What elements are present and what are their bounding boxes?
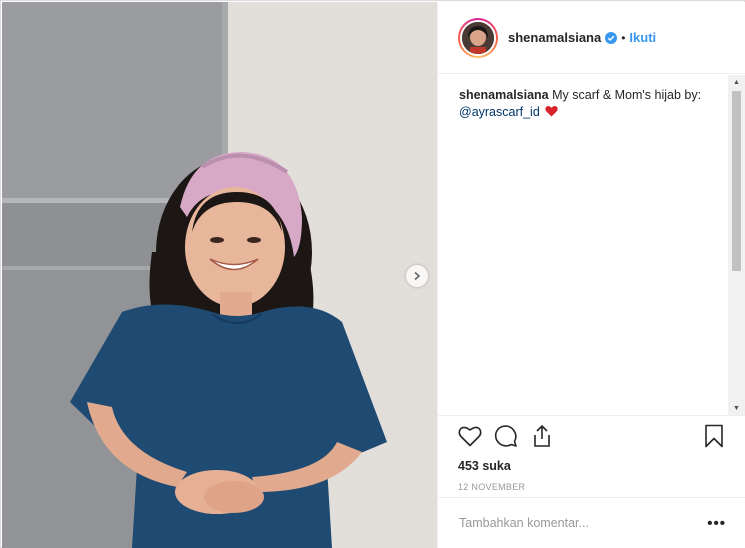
comment-button[interactable]: [494, 424, 518, 448]
scroll-up-arrow-icon[interactable]: ▲: [728, 75, 745, 89]
comment-input[interactable]: [459, 516, 708, 530]
caption: shenamalsiana My scarf & Mom's hijab by:…: [459, 87, 714, 121]
caption-text: My scarf & Mom's hijab by:: [552, 88, 702, 102]
likes-count[interactable]: 453 suka: [458, 459, 726, 473]
comments-area: shenamalsiana My scarf & Mom's hijab by:…: [438, 75, 734, 415]
heart-icon: [545, 105, 558, 117]
header-username[interactable]: shenamalsiana: [508, 30, 601, 45]
add-comment-section: •••: [438, 497, 745, 548]
action-icons-row: [458, 416, 726, 456]
avatar[interactable]: [458, 17, 498, 58]
more-options-button[interactable]: •••: [707, 515, 726, 532]
verified-badge-icon: [605, 31, 618, 44]
next-photo-button[interactable]: [406, 265, 428, 287]
post-photo-image: [2, 2, 437, 548]
avatar-image: [460, 19, 496, 56]
header-separator: •: [621, 30, 626, 45]
chevron-right-icon: [414, 271, 421, 281]
comment-icon: [494, 425, 517, 447]
caption-mention[interactable]: @ayrascarf_id: [459, 105, 540, 119]
post-actions: 453 suka 12 NOVEMBER: [438, 415, 745, 492]
bookmark-icon: [705, 424, 723, 448]
follow-button[interactable]: Ikuti: [629, 30, 656, 45]
scroll-thumb[interactable]: [732, 91, 741, 271]
post-photo[interactable]: [2, 2, 437, 548]
share-button[interactable]: [530, 424, 554, 448]
post-modal: shenamalsiana • Ikuti shenamalsiana My s…: [0, 0, 745, 548]
post-date[interactable]: 12 NOVEMBER: [458, 482, 726, 492]
comments-scrollbar[interactable]: ▲ ▼: [728, 75, 745, 415]
share-icon: [534, 424, 550, 447]
post-header: shenamalsiana • Ikuti: [438, 2, 745, 74]
post-side-panel: shenamalsiana • Ikuti shenamalsiana My s…: [437, 2, 745, 548]
like-button[interactable]: [458, 424, 482, 448]
save-button[interactable]: [702, 424, 726, 448]
caption-username[interactable]: shenamalsiana: [459, 88, 549, 102]
scroll-down-arrow-icon[interactable]: ▼: [728, 401, 745, 415]
heart-outline-icon: [458, 426, 482, 447]
